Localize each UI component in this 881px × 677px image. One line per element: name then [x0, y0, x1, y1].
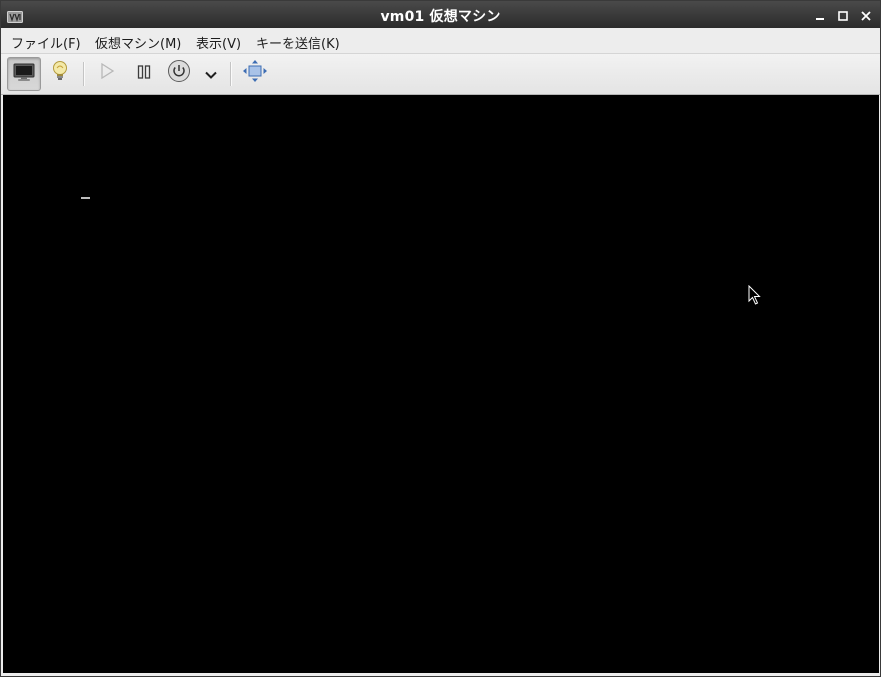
pause-icon: [137, 64, 151, 83]
close-button[interactable]: [856, 5, 876, 25]
vm-window: vm01 仮想マシン ファイル(F) 仮想マシン(M) 表示(V) キーを送信(…: [0, 0, 881, 677]
details-view-button[interactable]: [44, 57, 76, 89]
menu-view[interactable]: 表示(V): [196, 32, 241, 53]
shutdown-menu-button[interactable]: [195, 57, 227, 89]
title-bar[interactable]: vm01 仮想マシン: [1, 1, 880, 28]
power-icon: [167, 59, 191, 87]
maximize-button[interactable]: [833, 5, 853, 25]
toolbar: [1, 54, 880, 95]
text-cursor: [81, 197, 90, 199]
shutdown-button[interactable]: [163, 57, 195, 89]
window-title: vm01 仮想マシン: [380, 9, 501, 25]
pause-button[interactable]: [128, 57, 160, 89]
lightbulb-icon: [51, 60, 69, 86]
console-view-button[interactable]: [7, 57, 41, 91]
monitor-icon: [13, 62, 35, 86]
fullscreen-button[interactable]: [239, 57, 271, 89]
minimize-button[interactable]: [810, 5, 830, 25]
minimize-icon: [815, 6, 825, 25]
chevron-down-icon: [205, 64, 217, 83]
menu-bar: ファイル(F) 仮想マシン(M) 表示(V) キーを送信(K): [1, 28, 880, 54]
maximize-icon: [838, 6, 848, 25]
fullscreen-icon: [243, 60, 267, 86]
run-button[interactable]: [91, 57, 123, 89]
menu-virtual-machine[interactable]: 仮想マシン(M): [95, 32, 181, 53]
mouse-pointer-icon: [748, 284, 762, 309]
close-icon: [861, 6, 871, 25]
menu-send-key[interactable]: キーを送信(K): [256, 32, 340, 53]
menu-file[interactable]: ファイル(F): [11, 32, 81, 53]
vm-console-display[interactable]: [3, 95, 879, 673]
play-icon: [99, 62, 115, 83]
toolbar-separator: [83, 62, 85, 86]
toolbar-separator: [230, 62, 232, 86]
